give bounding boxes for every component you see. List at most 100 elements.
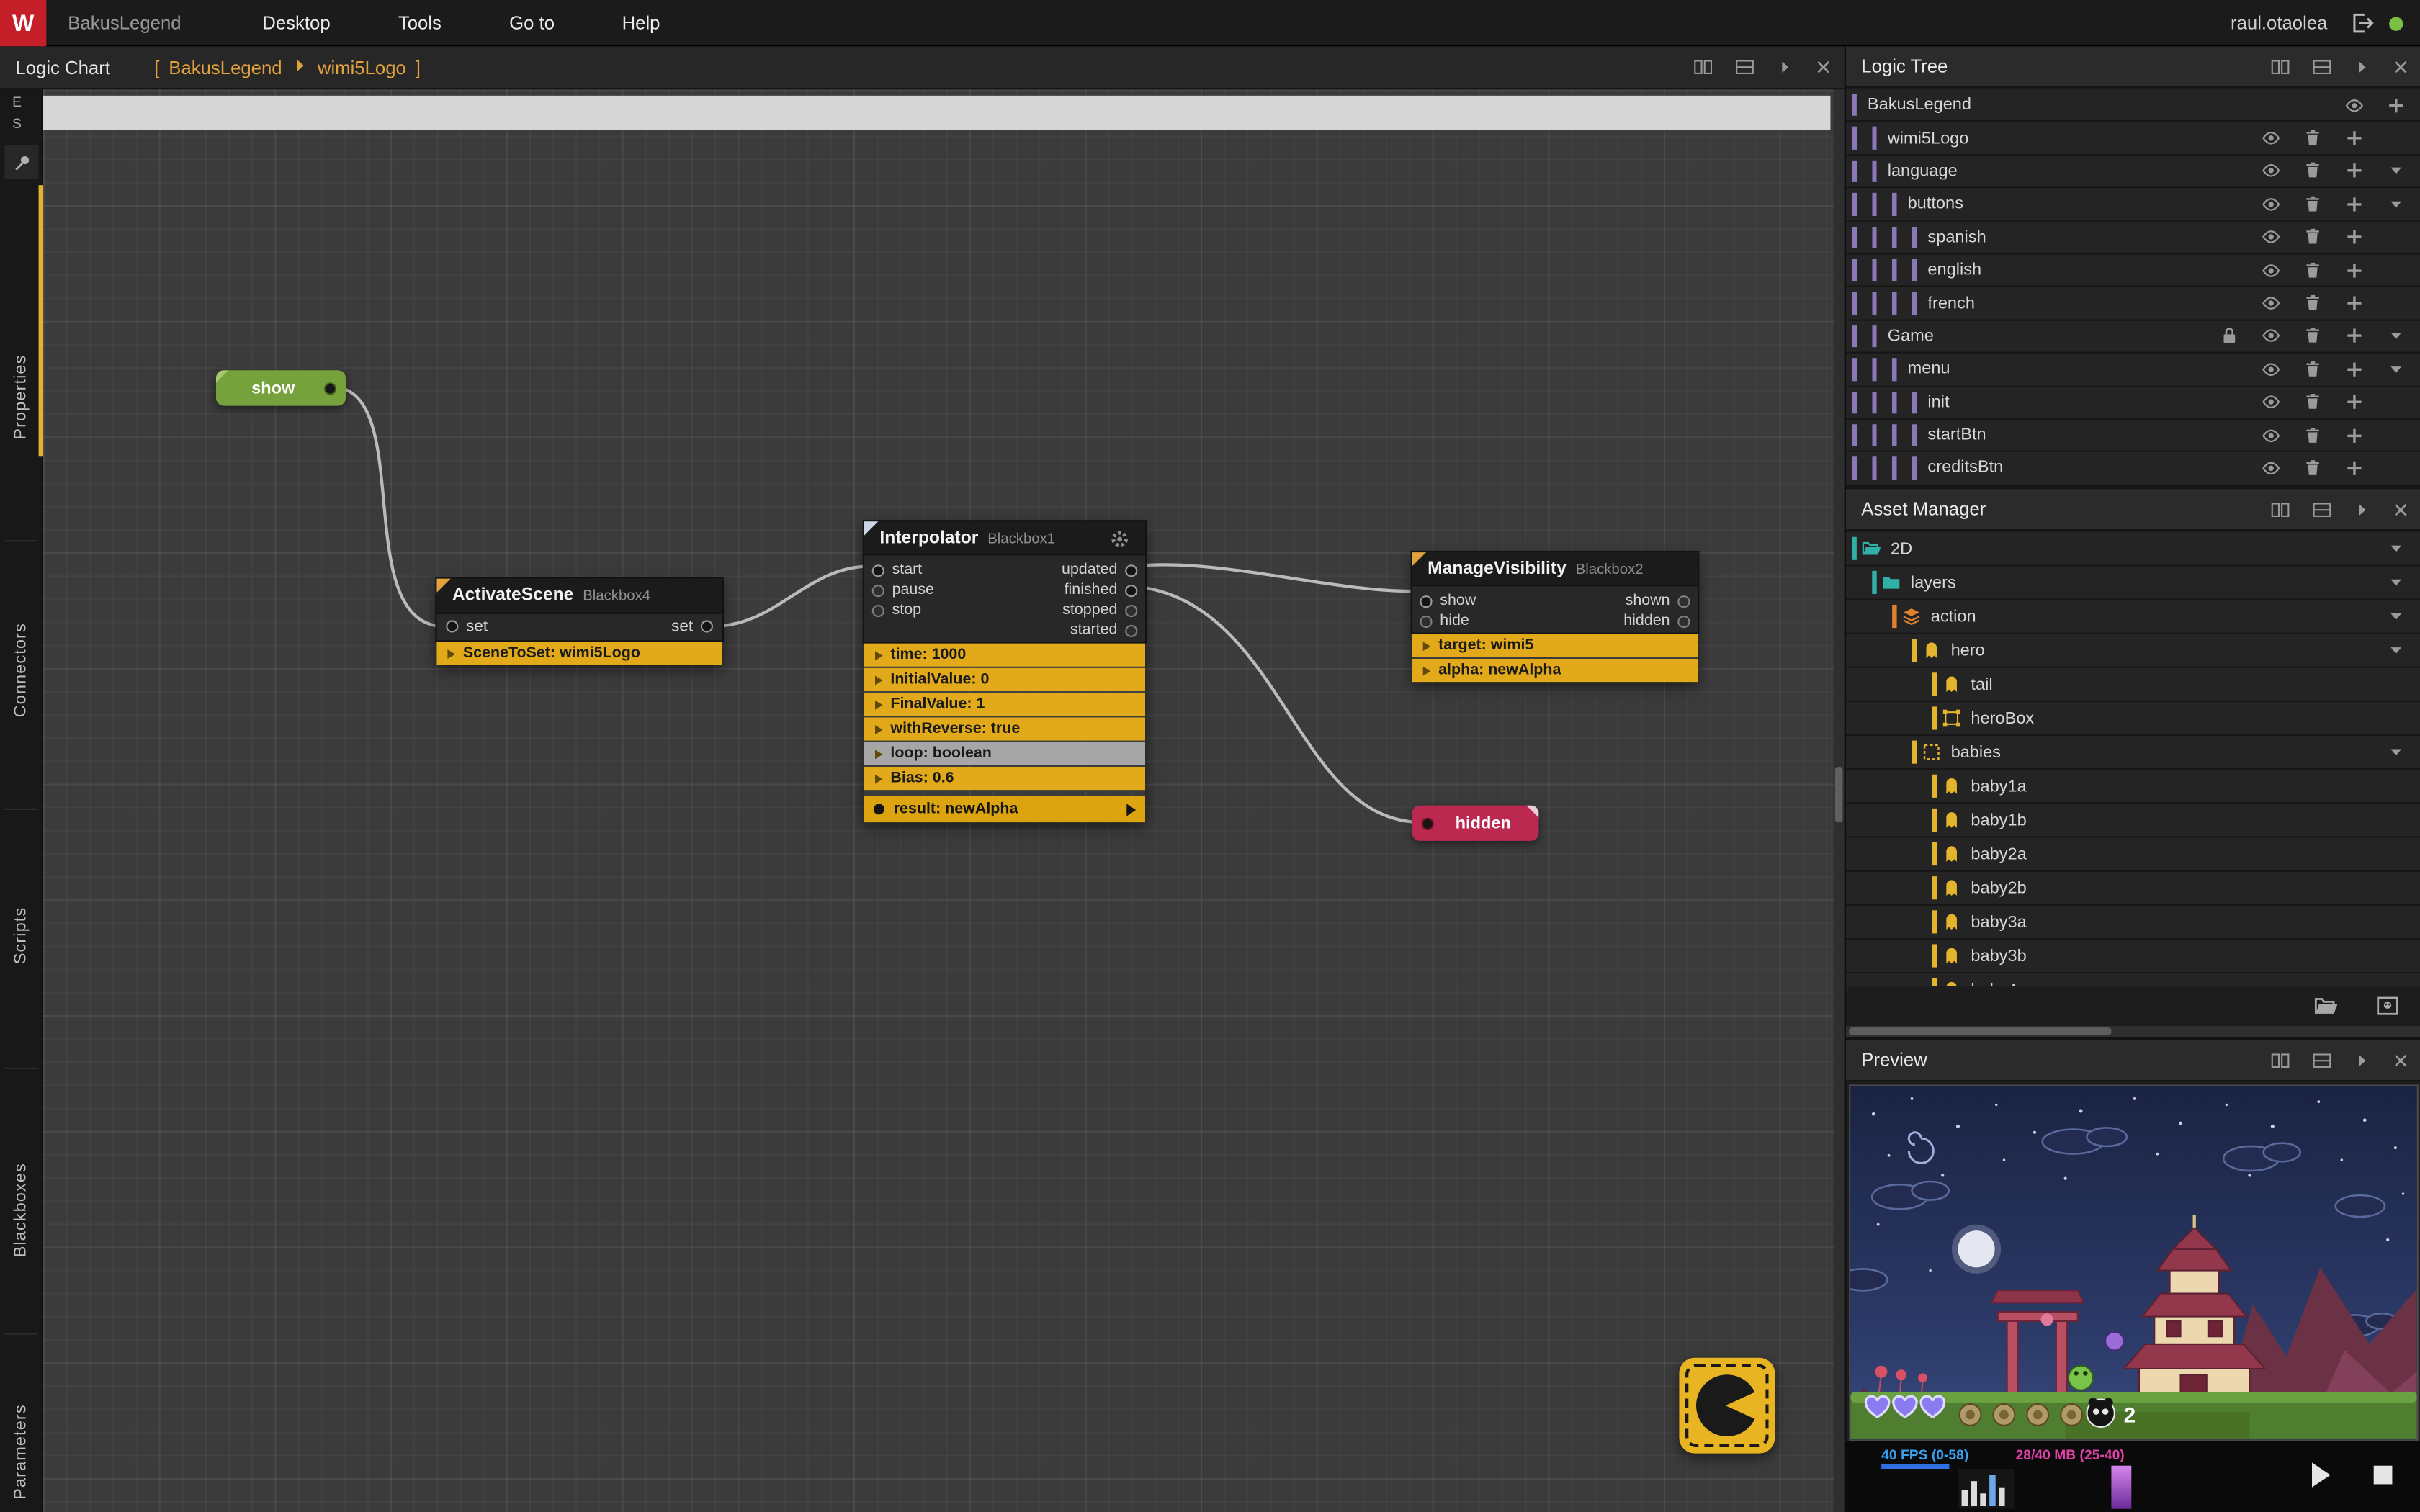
input-port-show[interactable]: show [1420,591,1476,611]
delete-trash-icon[interactable] [2292,161,2334,181]
result-row[interactable]: result: newAlpha [864,796,1145,822]
asset-row-layers[interactable]: layers [1846,566,2420,600]
asset-row-tail[interactable]: tail [1846,668,2420,702]
delete-trash-icon[interactable] [2292,128,2334,148]
node-activatescene[interactable]: ActivateScene Blackbox4 set set SceneToS… [436,579,722,665]
asset-horizontal-scrollbar[interactable] [1846,1026,2420,1037]
tree-row-buttons[interactable]: buttons [1846,189,2420,222]
node-interpolator[interactable]: Interpolator Blackbox1 start pause stop … [864,521,1145,822]
pin-icon[interactable] [4,145,38,179]
tree-row-init[interactable]: init [1846,387,2420,420]
visibility-eye-icon[interactable] [2250,326,2292,346]
add-icon[interactable] [2334,326,2375,346]
chevron-down-icon[interactable] [2375,574,2417,591]
input-port-set[interactable] [446,620,458,632]
chevron-down-icon[interactable] [2375,608,2417,625]
split-rows-icon[interactable] [2312,56,2332,76]
visibility-eye-icon[interactable] [2250,458,2292,478]
open-folder-icon[interactable] [2313,994,2338,1018]
add-icon[interactable] [2334,293,2375,313]
tree-row-startbtn[interactable]: startBtn [1846,420,2420,453]
asset-row-baby1a[interactable]: baby1a [1846,770,2420,804]
logout-icon[interactable] [2349,11,2373,35]
asset-row-baby2b[interactable]: baby2b [1846,872,2420,906]
chevron-down-icon[interactable] [2375,361,2417,378]
asset-row-baby3b[interactable]: baby3b [1846,940,2420,973]
chevron-down-icon[interactable] [2375,196,2417,213]
asset-row-baby1b[interactable]: baby1b [1846,804,2420,837]
close-icon[interactable] [1815,58,1832,76]
visibility-eye-icon[interactable] [2250,161,2292,181]
result-port[interactable] [874,804,884,814]
menu-tools[interactable]: Tools [398,12,442,34]
close-icon[interactable] [2392,500,2409,518]
add-icon[interactable] [2334,161,2375,181]
visibility-eye-icon[interactable] [2250,426,2292,446]
node-settings-gear-icon[interactable] [1110,528,1130,549]
attr-row-withreverse[interactable]: withReverse: true [864,717,1145,740]
asset-row-herobox[interactable]: heroBox [1846,702,2420,736]
visibility-eye-icon[interactable] [2250,194,2292,215]
add-icon[interactable] [2334,194,2375,215]
collapse-panel-icon[interactable] [1776,58,1793,76]
split-rows-icon[interactable] [2312,499,2332,519]
output-port-stopped[interactable]: stopped [1062,600,1137,621]
sidebar-tab-properties[interactable]: Properties [0,298,42,495]
sidebar-tab-parameters[interactable]: Parameters [0,1354,42,1512]
add-icon[interactable] [2334,392,2375,413]
split-columns-icon[interactable] [2270,56,2290,76]
tree-row-bakuslegend[interactable]: BakusLegend [1846,89,2420,122]
add-icon[interactable] [2334,260,2375,280]
delete-trash-icon[interactable] [2292,326,2334,346]
chevron-down-icon[interactable] [2375,540,2417,557]
asset-row-baby2a[interactable]: baby2a [1846,838,2420,872]
breadcrumb-current[interactable]: wimi5Logo [318,57,406,78]
attr-row-bias[interactable]: Bias: 0.6 [864,767,1145,790]
visibility-eye-icon[interactable] [2250,228,2292,248]
close-icon[interactable] [2392,1051,2409,1068]
tree-row-game[interactable]: Game [1846,320,2420,354]
visibility-eye-icon[interactable] [2250,359,2292,379]
canvas-vertical-scrollbar[interactable] [1834,89,1845,1512]
state-node-hidden[interactable]: hidden [1412,806,1539,841]
asset-row-2d[interactable]: 2D [1846,532,2420,566]
node-managevisibility[interactable]: ManageVisibility Blackbox2 show hide sho… [1412,552,1698,682]
collapse-panel-icon[interactable] [2354,58,2371,75]
delete-trash-icon[interactable] [2292,392,2334,413]
visibility-eye-icon[interactable] [2250,293,2292,313]
output-port-started[interactable]: started [1070,620,1137,640]
state-node-show[interactable]: show [216,370,346,405]
sidebar-tab-scripts[interactable]: Scripts [0,861,42,1009]
chevron-down-icon[interactable] [2375,642,2417,659]
input-port-stop[interactable]: stop [872,600,921,621]
split-rows-icon[interactable] [2312,1050,2332,1070]
tree-row-menu[interactable]: menu [1846,354,2420,387]
input-port-pause[interactable]: pause [872,580,934,600]
asset-row-babies[interactable]: babies [1846,736,2420,770]
visibility-eye-icon[interactable] [2250,128,2292,148]
breadcrumb[interactable]: [ BakusLegend wimi5Logo ] [154,57,421,78]
input-port[interactable] [1422,817,1434,829]
attr-row-time[interactable]: time: 1000 [864,644,1145,667]
username[interactable]: raul.otaolea [2231,12,2327,34]
split-columns-icon[interactable] [1693,57,1713,77]
tree-row-language[interactable]: language [1846,156,2420,189]
breadcrumb-root[interactable]: BakusLegend [169,57,282,78]
output-port-hidden[interactable]: hidden [1623,611,1690,631]
chevron-down-icon[interactable] [2375,328,2417,345]
collapse-panel-icon[interactable] [2354,1051,2371,1068]
output-port[interactable] [324,382,336,394]
node-attribute-row[interactable]: SceneToSet: wimi5Logo [436,642,722,665]
output-port-shown[interactable]: shown [1626,591,1690,611]
output-port-set[interactable] [701,620,713,632]
scrollbar-thumb[interactable] [1849,1027,2111,1035]
split-columns-icon[interactable] [2270,1050,2290,1070]
spritesheet-image-icon[interactable] [2375,994,2400,1018]
visibility-eye-icon[interactable] [2334,95,2375,115]
add-icon[interactable] [2334,128,2375,148]
input-port-start[interactable]: start [872,560,923,580]
node-header[interactable]: Interpolator Blackbox1 [864,521,1145,555]
add-icon[interactable] [2334,228,2375,248]
tree-row-wimi5logo[interactable]: wimi5Logo [1846,122,2420,156]
app-logo[interactable]: W [0,0,46,46]
